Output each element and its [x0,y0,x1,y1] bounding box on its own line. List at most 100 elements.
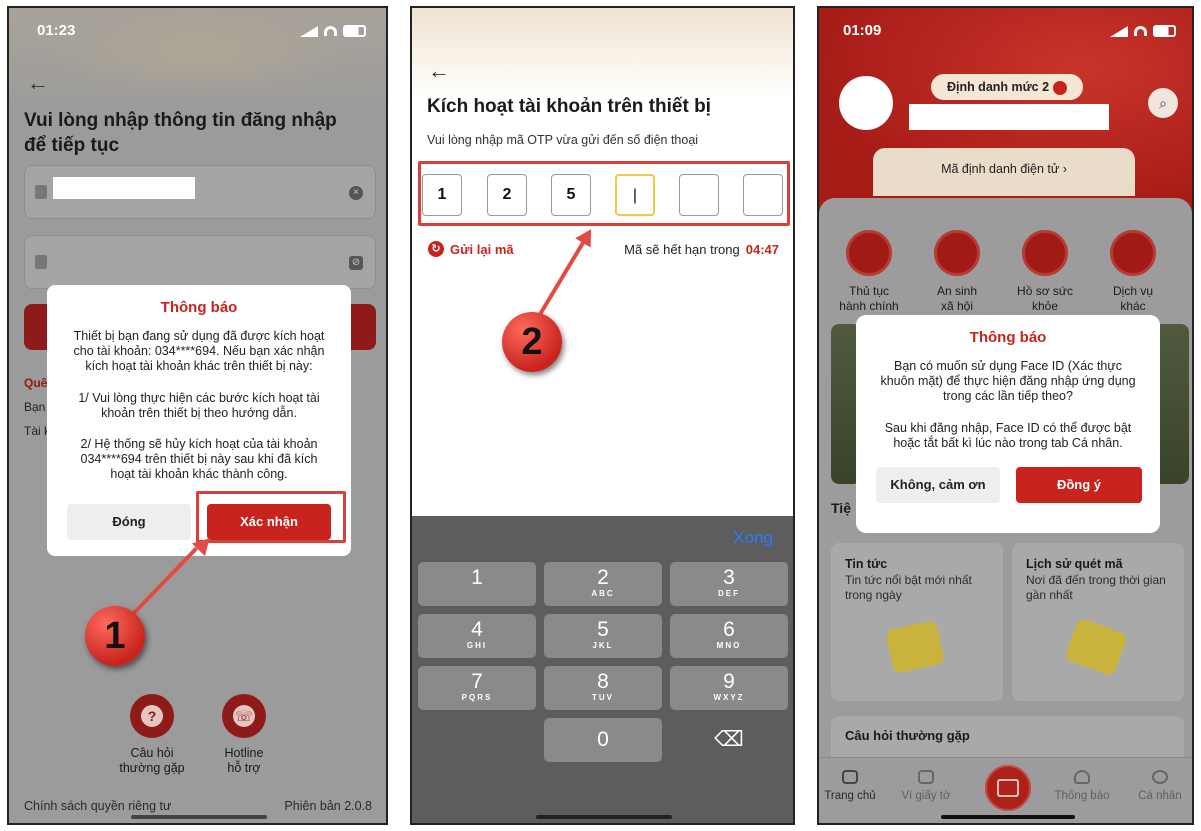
eid-label: Mã định danh điện tử › [941,162,1067,176]
key-4[interactable]: 4 GHI [418,614,536,658]
hotline-icon[interactable]: ☏ [222,694,266,738]
battery-icon [1153,25,1176,37]
refresh-icon: ↻ [428,241,444,257]
service-other[interactable]: Dịch vụ khác [1093,230,1173,314]
service-label: Hồ sơ sức khỏe [1017,284,1073,313]
page-title: Kích hoạt tài khoản trên thiết bị [427,96,711,117]
key-9[interactable]: 9 WXYZ [670,666,788,710]
card-subtitle: Nơi đã đến trong thời gian gần nhất [1026,573,1166,602]
dialog-title: Thông báo [160,299,238,316]
section-title: Tiệ [831,500,851,516]
dialog-text: Thiết bị bạn đang sử dụng đã được kích h… [73,329,325,373]
highlight-box [418,161,790,226]
battery-icon [343,25,366,37]
key-3[interactable]: 3 DEF [670,562,788,606]
resend-label: Gửi lại mã [450,241,514,257]
key-2[interactable]: 2 ABC [544,562,662,606]
home-indicator [536,815,672,819]
clear-icon[interactable]: × [349,186,363,200]
accept-button[interactable]: Đồng ý [1016,467,1142,503]
faq-icon[interactable]: ? [130,694,174,738]
dialog-text: Bạn có muốn sử dụng Face ID (Xác thực kh… [880,359,1136,403]
person-icon [1152,770,1168,784]
decline-button[interactable]: Không, cảm ơn [876,467,1000,503]
tab-label: Trang chủ [824,790,876,802]
back-arrow-icon[interactable]: ← [428,58,450,84]
faq-label[interactable]: Câu hỏi thường gặp [109,746,195,776]
page-subtitle: Vui lòng nhập mã OTP vừa gửi đến số điện… [427,133,699,147]
key-digit: 6 [723,618,735,641]
home-screen: 01:09 Định danh mức 2 ⌕ Mã định danh điệ… [817,6,1194,825]
news-card[interactable]: Tin tức Tin tức nổi bật mới nhất trong n… [831,543,1003,701]
side-text: Bạn [24,400,46,414]
password-field[interactable]: ⊘ [24,235,376,289]
tab-wallet[interactable]: Ví giấy tờ [891,770,961,802]
shield-icon [1053,80,1068,95]
service-label: An sinh xã hội [936,284,978,313]
key-letters: ABC [591,589,615,598]
eye-off-icon[interactable]: ⊘ [349,256,363,270]
hotline-label[interactable]: Hotline hỗ trợ [201,746,287,776]
key-7[interactable]: 7 PQRS [418,666,536,710]
service-label: Dịch vụ khác [1112,284,1153,313]
back-arrow-icon[interactable]: ← [27,70,49,96]
scan-button[interactable] [985,765,1031,811]
service-social[interactable]: An sinh xã hội [917,230,997,314]
done-button[interactable]: Xong [733,528,773,548]
step-badge: 2 [502,312,562,372]
tab-home[interactable]: Trang chủ [819,770,885,802]
key-digit: 3 [723,566,735,589]
key-digit: 2 [597,566,609,589]
signal-icon [300,25,318,37]
status-time: 01:23 [37,22,76,39]
tab-label: Ví giấy tờ [901,790,951,802]
faceid-dialog: Thông báo Bạn có muốn sử dụng Face ID (X… [856,315,1160,533]
page-title: Vui lòng nhập thông tin đăng nhập để tiế… [24,110,337,156]
highlight-box [196,491,346,543]
key-letters: PQRS [461,693,493,702]
home-icon [842,770,858,784]
flower-icon [934,230,980,276]
tab-notifications[interactable]: Thông báo [1047,770,1117,802]
key-6[interactable]: 6 MNO [670,614,788,658]
resend-button[interactable]: ↻ Gửi lại mã [428,241,514,257]
key-letters: MNO [716,641,742,650]
tab-profile[interactable]: Cá nhân [1125,770,1192,802]
delete-key[interactable]: ⌫ [670,718,788,762]
expire-text: Mã sẽ hết hạn trong 04:47 [624,242,779,257]
key-0[interactable]: 0 [544,718,662,762]
signal-icon [1110,25,1128,37]
tab-label: Thông báo [1054,790,1110,802]
key-digit: 7 [471,670,483,693]
dialog-text: 1/ Vui lòng thực hiện các bước kích hoạt… [78,391,320,420]
key-digit: 4 [471,618,483,641]
privacy-link[interactable]: Chính sách quyền riêng tư [24,799,171,813]
status-icons [1110,24,1176,38]
id-card-icon [35,185,47,199]
close-button[interactable]: Đóng [67,504,191,540]
avatar[interactable] [839,76,893,130]
forgot-text[interactable]: Quê [24,376,47,390]
key-digit: 9 [723,670,735,693]
service-health[interactable]: Hồ sơ sức khỏe [1005,230,1085,314]
numeric-keyboard: Xong 1 2 ABC 3 DEF 4 GHI 5 JKL 6 MNO 7 PQRS 8T… [412,516,793,823]
key-5[interactable]: 5 JKL [544,614,662,658]
eid-card[interactable]: Mã định danh điện tử › [873,148,1135,196]
scan-icon [997,779,1019,797]
bottom-tab-bar: Trang chủ Ví giấy tờ Thông báo Cá nhân [819,757,1192,823]
level-badge[interactable]: Định danh mức 2 [931,74,1083,100]
wifi-icon [1134,26,1148,36]
expire-label: Mã sẽ hết hạn trong [624,242,740,257]
key-1[interactable]: 1 [418,562,536,606]
redacted-username [53,177,195,199]
card-subtitle: Tin tức nổi bật mới nhất trong ngày [845,573,972,602]
redacted-name [909,104,1109,130]
otp-screen: ← Kích hoạt tài khoản trên thiết bị Vui … [410,6,795,825]
key-8[interactable]: 8 TUV [544,666,662,710]
scan-history-card[interactable]: Lịch sử quét mã Nơi đã đến trong thời gi… [1012,543,1184,701]
search-icon[interactable]: ⌕ [1148,88,1178,118]
service-admin[interactable]: Thủ tục hành chính [829,230,909,314]
faq-title: Câu hỏi thường gặp [845,728,970,743]
username-field[interactable]: × [24,165,376,219]
key-letters: TUV [592,693,614,702]
